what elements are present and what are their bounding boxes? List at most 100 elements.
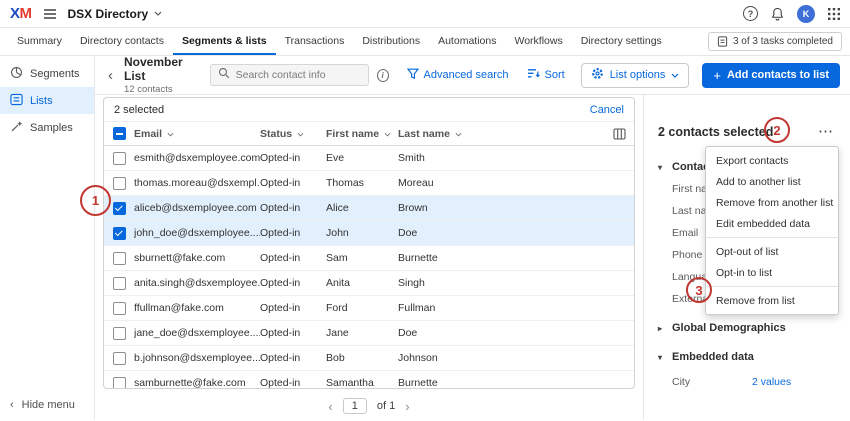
table-row[interactable]: ffullman@fake.com Opted-in Ford Fullman [104,296,634,321]
tab-segments-lists[interactable]: Segments & lists [173,28,276,55]
row-checkbox[interactable] [113,152,126,165]
caret-collapsed-icon: ▸ [658,324,666,333]
list-toolbar: ‹ November List 12 contacts i Advanced s… [95,56,850,95]
column-header-last-name[interactable]: Last name [398,128,604,140]
cell-last-name: Doe [398,327,604,339]
table-row[interactable]: jane_doe@dsxemployee.... Opted-in Jane D… [104,321,634,346]
tab-directory-settings[interactable]: Directory settings [572,28,671,55]
list-options-button[interactable]: List options [581,63,690,88]
row-checkbox[interactable] [113,377,126,390]
column-header-status[interactable]: Status [260,128,326,140]
xm-logo: XM [10,5,32,22]
row-checkbox[interactable] [113,227,126,240]
more-options-icon[interactable]: ⋯ [813,126,838,138]
sidebar: Segments Lists Samples ‹ Hide menu [0,56,95,420]
row-checkbox[interactable] [113,327,126,340]
cell-first-name: Anita [326,277,398,289]
tab-workflows[interactable]: Workflows [505,28,571,55]
column-header-email[interactable]: Email [134,128,260,140]
row-checkbox[interactable] [113,352,126,365]
row-checkbox[interactable] [113,252,126,265]
tab-transactions[interactable]: Transactions [276,28,354,55]
sidebar-item-samples[interactable]: Samples [0,114,94,141]
user-avatar[interactable]: K [797,5,815,23]
row-checkbox[interactable] [113,277,126,290]
page-count-label: of 1 [377,400,395,412]
nav-tabs: SummaryDirectory contactsSegments & list… [8,28,671,55]
next-page-icon[interactable]: › [405,399,409,414]
cell-last-name: Moreau [398,177,604,189]
row-checkbox[interactable] [113,202,126,215]
sidebar-item-lists[interactable]: Lists [0,87,94,114]
chevron-down-icon [297,128,304,140]
section-global-demographics[interactable]: ▸ Global Demographics [658,322,838,334]
tab-distributions[interactable]: Distributions [353,28,429,55]
cancel-selection-link[interactable]: Cancel [590,104,624,116]
add-contacts-button[interactable]: + Add contacts to list [702,63,840,88]
cell-first-name: Sam [326,252,398,264]
apps-grid-icon[interactable] [828,8,840,20]
tab-directory-contacts[interactable]: Directory contacts [71,28,173,55]
table-area: 2 selected Cancel Email Status [95,95,643,420]
cell-last-name: Burnette [398,377,604,389]
table-row[interactable]: b.johnson@dsxemployee.... Opted-in Bob J… [104,346,634,371]
table-row[interactable]: samburnette@fake.com Opted-in Samantha B… [104,371,634,389]
tab-summary[interactable]: Summary [8,28,71,55]
cell-last-name: Singh [398,277,604,289]
table-row[interactable]: thomas.moreau@dsxempl... Opted-in Thomas… [104,171,634,196]
embedded-data-value-link[interactable]: 2 values [752,376,791,388]
embedded-data-row: City 2 values [672,376,838,388]
menu-item-opt-out-of-list[interactable]: Opt-out of list [706,241,838,262]
cell-email: b.johnson@dsxemployee.... [134,352,260,364]
hide-menu-button[interactable]: ‹ Hide menu [10,399,75,411]
select-all-checkbox[interactable] [113,127,126,140]
list-title: November List [124,55,198,83]
sort-button[interactable]: Sort [527,68,565,82]
table-row[interactable]: anita.singh@dsxemployee... Opted-in Anit… [104,271,634,296]
cell-email: thomas.moreau@dsxempl... [134,177,260,189]
panel-header: 2 contacts selected ⋯ [658,125,838,139]
search-input[interactable] [236,69,361,81]
topbar: XM DSX Directory ? K [0,0,850,28]
sidebar-item-segments[interactable]: Segments [0,60,94,87]
current-page[interactable]: 1 [343,398,367,414]
column-picker-icon[interactable] [604,128,634,140]
row-checkbox[interactable] [113,177,126,190]
column-header-first-name[interactable]: First name [326,128,398,140]
menu-item-edit-embedded-data[interactable]: Edit embedded data [706,213,838,234]
tab-automations[interactable]: Automations [429,28,505,55]
menu-item-remove-from-another-list[interactable]: Remove from another list [706,192,838,213]
menu-item-add-to-another-list[interactable]: Add to another list [706,171,838,192]
menu-item-remove-from-list[interactable]: Remove from list [706,290,838,311]
directory-selector[interactable]: DSX Directory [68,7,163,21]
back-chevron-icon[interactable]: ‹ [105,67,116,84]
table-row[interactable]: john_doe@dsxemployee.... Opted-in John D… [104,221,634,246]
menu-divider [706,237,838,238]
table-row[interactable]: sburnett@fake.com Opted-in Sam Burnette [104,246,634,271]
help-icon[interactable]: ? [743,6,758,21]
cell-first-name: Samantha [326,377,398,389]
cell-email: ffullman@fake.com [134,302,260,314]
caret-expanded-icon: ▾ [658,163,666,172]
cell-first-name: Thomas [326,177,398,189]
menu-item-export-contacts[interactable]: Export contacts [706,150,838,171]
sidebar-item-label: Lists [30,95,53,107]
sidebar-item-label: Samples [30,122,73,134]
advanced-search-button[interactable]: Advanced search [407,68,509,83]
section-embedded-data[interactable]: ▾ Embedded data [658,351,838,363]
hamburger-menu-icon[interactable] [43,8,57,20]
chevron-down-icon [384,128,391,140]
cell-status: Opted-in [260,227,326,239]
info-icon[interactable]: i [377,69,389,82]
cell-email: jane_doe@dsxemployee.... [134,327,260,339]
section-label: Embedded data [672,351,754,363]
row-checkbox[interactable] [113,302,126,315]
table-row[interactable]: esmith@dsxemployee.com Opted-in Eve Smit… [104,146,634,171]
menu-item-opt-in-to-list[interactable]: Opt-in to list [706,262,838,283]
prev-page-icon[interactable]: ‹ [328,399,332,414]
samples-wand-icon [10,120,23,136]
cell-status: Opted-in [260,302,326,314]
table-row[interactable]: aliceb@dsxemployee.com Opted-in Alice Br… [104,196,634,221]
notifications-bell-icon[interactable] [771,7,784,21]
tasks-completed-badge[interactable]: 3 of 3 tasks completed [708,32,842,51]
